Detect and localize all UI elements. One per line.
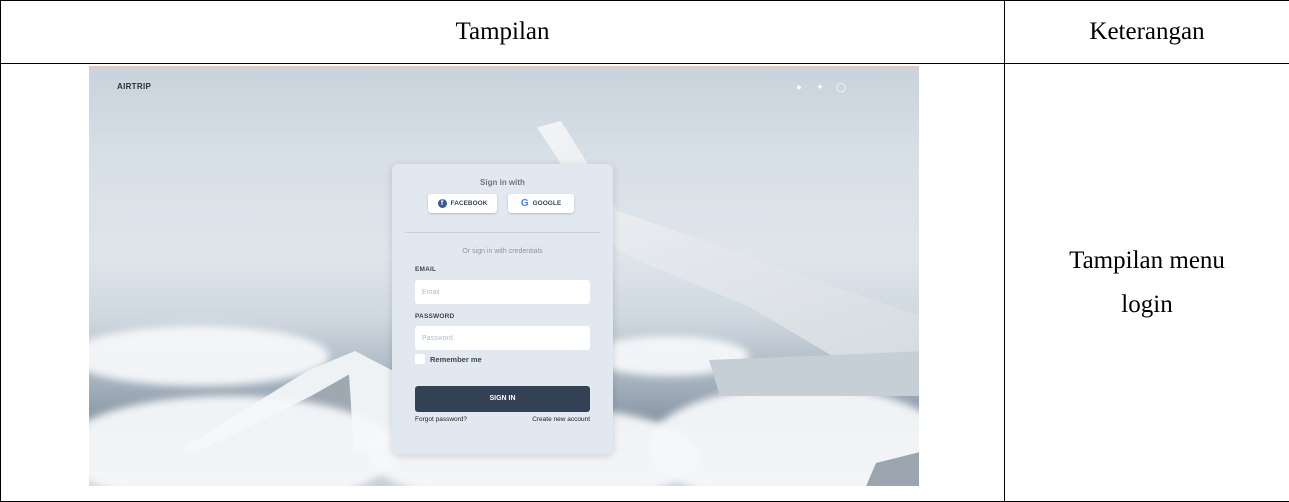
social-links: ● ✦ ◯ [794,82,846,92]
divider [405,232,600,233]
google-icon: G [520,197,529,209]
remember-me-label[interactable]: Remember me [430,355,482,364]
facebook-login-button[interactable]: f FACEBOOK [428,194,497,213]
google-button-label: GOOGLE [532,200,562,207]
description-cell: Tampilan menu login [1004,63,1289,502]
remember-me-row: Remember me [415,354,482,364]
google-login-button[interactable]: G GOOGLE [508,194,574,213]
brand-logo[interactable]: AIRTRIP [117,82,151,91]
password-label: PASSWORD [415,313,455,320]
facebook-button-label: FACEBOOK [450,200,488,207]
credentials-hint: Or sign in with credentials [462,248,543,255]
forgot-password-link[interactable]: Forgot password? [415,416,467,423]
login-page-screenshot: AIRTRIP ● ✦ ◯ Sign in with f FACEBOOK G … [89,66,919,486]
email-field[interactable] [415,280,590,304]
sign-in-button[interactable]: SIGN IN [415,386,590,412]
description-line-2: login [1121,290,1173,318]
email-label: EMAIL [415,266,437,273]
login-card: Sign in with f FACEBOOK G GOOGLE Or sign… [392,164,613,454]
header-tampilan: Tampilan [0,0,1005,64]
cloud [89,326,329,386]
sign-in-with-label: Sign in with [480,178,525,187]
twitter-icon[interactable]: ✦ [815,82,825,92]
facebook-icon: f [437,199,447,208]
password-field[interactable] [415,326,590,350]
create-account-link[interactable]: Create new account [532,416,590,423]
header-keterangan: Keterangan [1004,0,1289,64]
remember-me-checkbox[interactable] [415,354,425,364]
top-accent-line [89,66,919,69]
github-icon[interactable]: ◯ [836,82,846,92]
facebook-icon[interactable]: ● [794,82,804,92]
description-line-1: Tampilan menu [1069,246,1225,274]
